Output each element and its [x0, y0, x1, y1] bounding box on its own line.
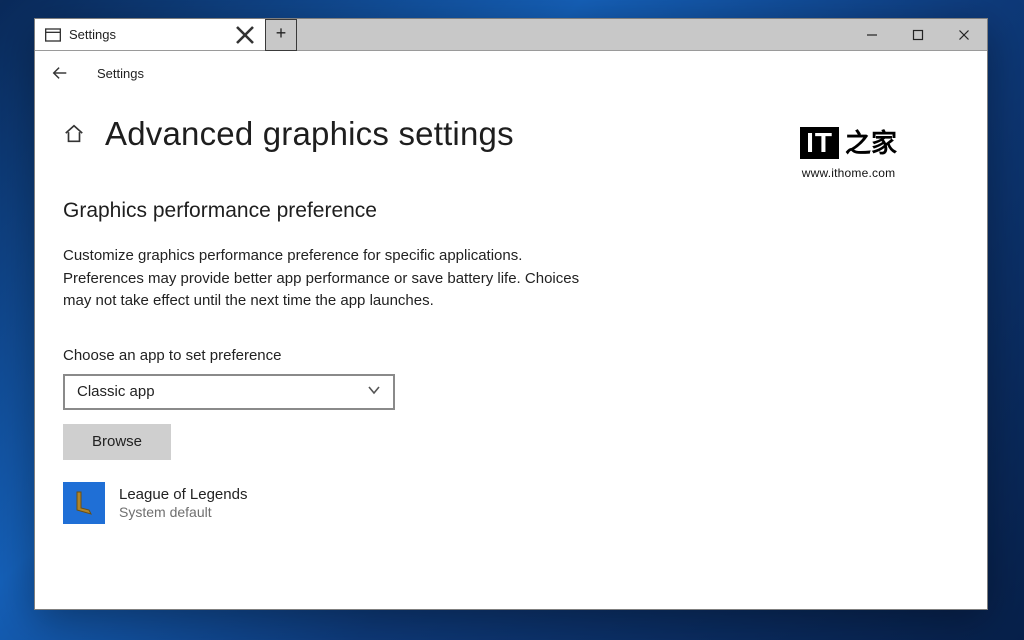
maximize-button[interactable]: [895, 19, 941, 51]
new-tab-button[interactable]: +: [265, 19, 297, 51]
app-preference: System default: [119, 504, 247, 520]
section-description: Customize graphics performance preferenc…: [63, 245, 603, 313]
watermark-url: www.ithome.com: [800, 166, 897, 180]
close-button[interactable]: [941, 19, 987, 51]
header-row: Settings: [35, 51, 987, 95]
choose-app-label: Choose an app to set preference: [63, 347, 959, 364]
minimize-button[interactable]: [849, 19, 895, 51]
tab-close-button[interactable]: [235, 25, 255, 45]
watermark-brand-it: IT: [800, 127, 839, 159]
section-heading: Graphics performance preference: [63, 199, 959, 223]
app-type-select[interactable]: Classic app: [63, 374, 395, 410]
app-name: League of Legends: [119, 486, 247, 503]
watermark-brand-zh: 之家: [845, 123, 897, 160]
app-type-selected-value: Classic app: [77, 383, 155, 400]
watermark: IT 之家 www.ithome.com: [800, 123, 897, 180]
page-title: Advanced graphics settings: [105, 115, 514, 153]
titlebar-tab[interactable]: Settings: [35, 19, 265, 50]
window-controls: [849, 19, 987, 51]
settings-window: Settings + Settings: [34, 18, 988, 610]
app-item-text: League of Legends System default: [119, 486, 247, 520]
titlebar: Settings +: [35, 19, 987, 51]
home-icon[interactable]: [63, 123, 85, 145]
app-list-item[interactable]: League of Legends System default: [63, 482, 959, 524]
settings-tab-icon: [45, 27, 61, 43]
browse-button[interactable]: Browse: [63, 424, 171, 460]
back-button[interactable]: [49, 62, 71, 84]
chevron-down-icon: [367, 383, 381, 401]
app-tile-icon: [63, 482, 105, 524]
breadcrumb[interactable]: Settings: [97, 66, 144, 81]
tab-title: Settings: [69, 27, 227, 42]
plus-icon: +: [276, 24, 287, 42]
